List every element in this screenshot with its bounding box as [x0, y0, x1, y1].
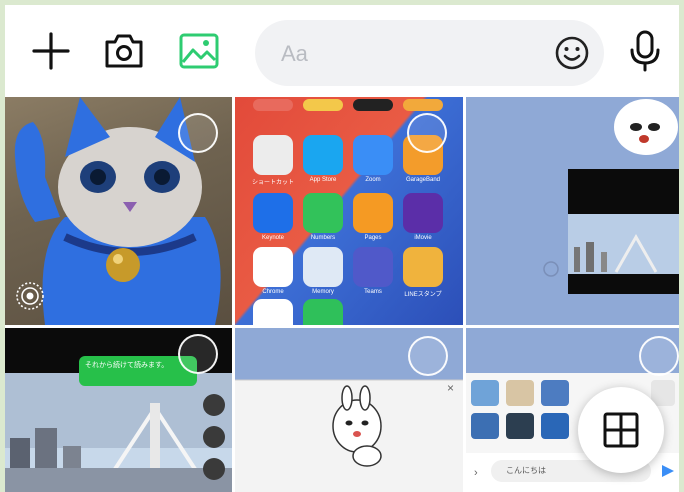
- app-label: Chrome: [262, 289, 284, 295]
- app-icon: [403, 99, 443, 111]
- edit-tool-icon: [203, 458, 225, 480]
- composer-toolbar: [5, 5, 679, 97]
- select-circle[interactable]: [178, 334, 218, 374]
- plus-icon: [32, 32, 70, 70]
- app-icon: [253, 299, 293, 325]
- select-circle[interactable]: [407, 113, 447, 153]
- live-photo-icon: [16, 282, 44, 310]
- add-button[interactable]: [27, 27, 75, 75]
- app-label: ショートカット: [251, 180, 294, 186]
- photo-tile-lucky-cat[interactable]: [5, 97, 232, 325]
- app-icon: [303, 135, 343, 175]
- photo-tile-chat-bridge[interactable]: それから続けて読みます。: [5, 328, 232, 492]
- grid-layout-button[interactable]: [578, 387, 664, 473]
- chat-screenshot-content: [543, 99, 679, 294]
- edit-tool-icon: [203, 426, 225, 448]
- app-label: GarageBand: [405, 177, 441, 183]
- camera-button[interactable]: [100, 27, 148, 75]
- svg-text:×: ×: [447, 381, 454, 395]
- app-icon: [253, 135, 293, 175]
- select-circle[interactable]: [639, 336, 679, 376]
- app-icon: [253, 99, 293, 111]
- message-input-pill[interactable]: [255, 20, 604, 88]
- app-icon: [403, 247, 443, 287]
- voice-button[interactable]: [623, 27, 667, 75]
- photo-tile-chat-screenshot[interactable]: [466, 97, 679, 325]
- message-input[interactable]: [279, 20, 543, 88]
- app-icon: [353, 99, 393, 111]
- app-label: Teams: [364, 289, 382, 295]
- photo-picker: ショートカット App Store Zoom GarageBand Keynot…: [5, 5, 679, 492]
- app-icon: [253, 193, 293, 233]
- photo-tile-sticker-preview[interactable]: ×: [235, 328, 463, 492]
- app-label: Memory: [312, 289, 334, 295]
- app-label: Pages: [364, 235, 382, 241]
- app-label: iMovie: [414, 235, 432, 241]
- keyboard-input-text: こんにちは: [506, 466, 546, 475]
- app-icon: [353, 247, 393, 287]
- app-icon: [303, 299, 343, 325]
- app-label: Numbers: [310, 235, 336, 241]
- app-label: Zoom: [365, 177, 381, 183]
- app-icon: [253, 247, 293, 287]
- emoji-button[interactable]: [554, 35, 590, 71]
- gallery-button[interactable]: [175, 27, 223, 75]
- smiley-icon: [555, 36, 589, 70]
- app-icon: [303, 99, 343, 111]
- svg-text:›: ›: [474, 467, 478, 479]
- microphone-icon: [630, 30, 660, 72]
- camera-icon: [105, 34, 143, 68]
- app-icon: [353, 135, 393, 175]
- select-circle[interactable]: [178, 113, 218, 153]
- edit-tool-icon: [203, 394, 225, 416]
- grid-layout-icon: [603, 412, 639, 448]
- app-icon: [403, 193, 443, 233]
- app-icon: [353, 193, 393, 233]
- app-label: Keynote: [261, 235, 285, 241]
- app-label: LINEスタンプ: [404, 292, 442, 298]
- app-label: App Store: [309, 177, 337, 183]
- app-icon: [303, 193, 343, 233]
- photo-tile-home-screen[interactable]: ショートカット App Store Zoom GarageBand Keynot…: [235, 97, 463, 325]
- app-icon: [303, 247, 343, 287]
- select-circle[interactable]: [408, 336, 448, 376]
- image-icon: [179, 33, 219, 69]
